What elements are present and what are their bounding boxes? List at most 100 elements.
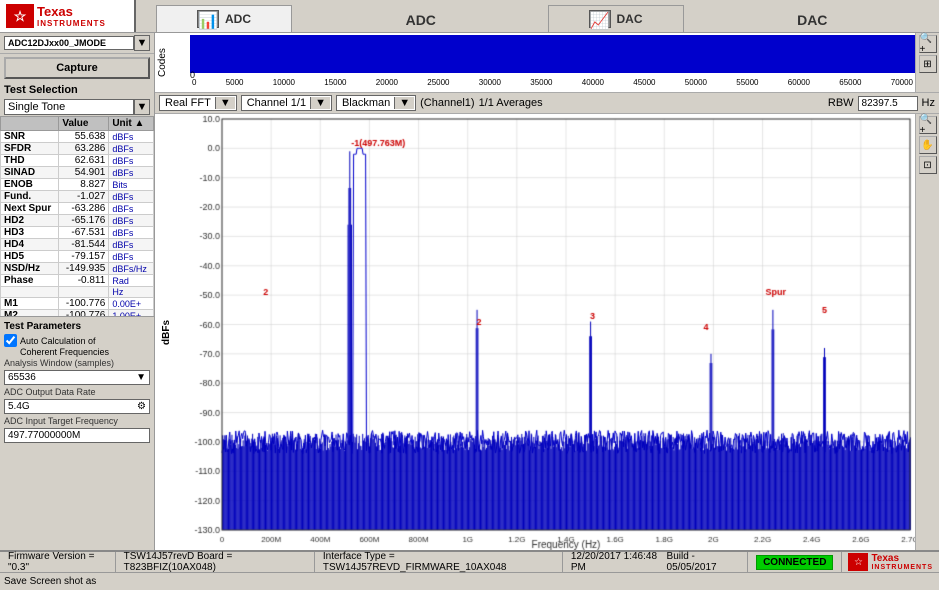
- board-text: TSW14J57revD Board = T823BFIZ(10AX048): [124, 551, 306, 573]
- channel-value: Channel 1/1: [243, 97, 310, 109]
- metrics-row: SNR55.638dBFs: [1, 131, 154, 143]
- analysis-window-arrow[interactable]: ▼: [136, 372, 146, 383]
- x-tick-6: 30000: [479, 78, 501, 92]
- col-header-unit: Unit ▲: [109, 117, 154, 131]
- device-dropdown-arrow[interactable]: ▼: [134, 35, 150, 51]
- fft-type-arrow[interactable]: ▼: [215, 97, 235, 109]
- adc-zoom-btn[interactable]: 🔍+: [919, 35, 937, 53]
- controls-row: Real FFT ▼ Channel 1/1 ▼ Blackman ▼ (Cha…: [155, 93, 939, 114]
- metric-name: HD5: [1, 251, 59, 263]
- chart-area: Codes 4095 0 0 5000 10000 15000 20000 25…: [155, 33, 939, 550]
- fft-type-dropdown[interactable]: Real FFT ▼: [159, 95, 237, 111]
- fft-chart-container: dBFs 🔍+ ✋ ⊡: [155, 114, 939, 550]
- x-tick-7: 35000: [530, 78, 552, 92]
- ti-sub: INSTRUMENTS: [37, 19, 106, 28]
- capture-button[interactable]: Capture: [4, 57, 150, 79]
- metric-name: SNR: [1, 131, 59, 143]
- device-name: ADC12DJxx00_JMODE: [4, 36, 134, 50]
- main-area: ADC12DJxx00_JMODE ▼ Capture Test Selecti…: [0, 33, 939, 550]
- auto-calc-checkbox[interactable]: [4, 334, 17, 347]
- metric-value: -67.531: [59, 227, 109, 239]
- metric-unit: dBFs/Hz: [109, 263, 154, 275]
- metric-value: -100.776: [59, 298, 109, 310]
- adc-output-label: ADC Output Data Rate: [4, 386, 150, 398]
- test-selection-arrow[interactable]: ▼: [134, 99, 150, 115]
- channel-arrow[interactable]: ▼: [310, 97, 330, 109]
- window-dropdown[interactable]: Blackman ▼: [336, 95, 416, 111]
- metric-name: HD2: [1, 215, 59, 227]
- x-tick-0: 0: [192, 78, 196, 92]
- tab-adc[interactable]: 📊 ADC: [156, 5, 292, 32]
- fft-hand-btn[interactable]: ✋: [919, 136, 937, 154]
- adc-x-axis: 0 5000 10000 15000 20000 25000 30000 350…: [190, 78, 915, 92]
- metrics-row: SFDR63.286dBFs: [1, 143, 154, 155]
- metric-value: -1.027: [59, 191, 109, 203]
- auto-calc-row: Auto Calculation of: [4, 334, 150, 347]
- test-selection-value: Single Tone: [4, 99, 134, 115]
- window-arrow[interactable]: ▼: [394, 97, 414, 109]
- x-tick-13: 65000: [839, 78, 861, 92]
- device-select-row: ADC12DJxx00_JMODE ▼: [0, 33, 154, 54]
- metric-name: [1, 287, 59, 298]
- fft-y-axis-label: dBFs: [161, 320, 172, 345]
- rbw-input[interactable]: [858, 96, 918, 111]
- metric-unit: dBFs: [109, 227, 154, 239]
- x-tick-2: 10000: [273, 78, 295, 92]
- channel-label: (Channel1): [420, 97, 474, 109]
- firmware-seg: Firmware Version = "0.3": [0, 552, 116, 572]
- fft-canvas[interactable]: [177, 114, 915, 550]
- test-params-title: Test Parameters: [4, 319, 150, 334]
- col-header-value: Value: [59, 117, 109, 131]
- x-tick-14: 70000: [891, 78, 913, 92]
- dac-tab-center: DAC: [686, 12, 939, 32]
- metric-name: THD: [1, 155, 59, 167]
- tabs-area: 📊 ADC ADC 📈 DAC DAC: [136, 0, 939, 32]
- adc-bar-fill: [190, 35, 915, 73]
- fft-fit-btn[interactable]: ⊡: [919, 156, 937, 174]
- bottom-bar: Save Screen shot as: [0, 572, 939, 590]
- save-screenshot-label[interactable]: Save Screen shot as: [4, 576, 96, 587]
- metrics-row: Fund.-1.027dBFs: [1, 191, 154, 203]
- adc-y-label: Codes: [155, 33, 190, 92]
- metric-value: -149.935: [59, 263, 109, 275]
- adc-output-value: 5.4G ⚙: [4, 399, 150, 414]
- analysis-window-val: 65536: [8, 372, 136, 383]
- tab-adc-label: ADC: [225, 12, 251, 26]
- adc-fit-btn[interactable]: ⊞: [919, 55, 937, 73]
- metrics-row: M1-100.7760.00E+: [1, 298, 154, 310]
- adc-bar-chart: 4095 0 0 5000 10000 15000 20000 25000 30…: [190, 33, 915, 92]
- metric-unit: Hz: [109, 287, 154, 298]
- adc-tab-center: ADC: [294, 12, 548, 32]
- adc-input-freq-val: 497.77000000M: [8, 430, 80, 441]
- fft-zoom-btn[interactable]: 🔍+: [919, 116, 937, 134]
- metric-unit: Bits: [109, 179, 154, 191]
- metric-name: Next Spur: [1, 203, 59, 215]
- x-tick-1: 5000: [226, 78, 244, 92]
- x-tick-5: 25000: [427, 78, 449, 92]
- metric-name: Phase: [1, 275, 59, 287]
- adc-bar-area: Codes 4095 0 0 5000 10000 15000 20000 25…: [155, 33, 939, 93]
- x-tick-9: 45000: [633, 78, 655, 92]
- connected-badge: CONNECTED: [756, 555, 833, 570]
- metric-value: -65.176: [59, 215, 109, 227]
- metrics-area: Value Unit ▲ SNR55.638dBFsSFDR63.286dBFs…: [0, 116, 154, 316]
- channel-dropdown[interactable]: Channel 1/1 ▼: [241, 95, 332, 111]
- tab-dac-label: DAC: [617, 12, 643, 26]
- adc-input-freq-value: 497.77000000M: [4, 428, 150, 443]
- ti-logo-status: ☆ Texas INSTRUMENTS: [842, 553, 939, 571]
- metric-unit: dBFs: [109, 167, 154, 179]
- metric-unit: dBFs: [109, 155, 154, 167]
- header: ☆ Texas INSTRUMENTS 📊 ADC ADC 📈 DAC DAC: [0, 0, 939, 33]
- metrics-table: Value Unit ▲ SNR55.638dBFsSFDR63.286dBFs…: [0, 116, 154, 316]
- metrics-row: SINAD54.901dBFs: [1, 167, 154, 179]
- ti-name: Texas: [37, 4, 106, 19]
- metric-value: 8.827: [59, 179, 109, 191]
- metric-name: HD4: [1, 239, 59, 251]
- connected-seg: CONNECTED: [748, 552, 842, 572]
- gear-icon[interactable]: ⚙: [137, 401, 146, 412]
- metric-value: -0.811: [59, 275, 109, 287]
- metrics-row: HD4-81.544dBFs: [1, 239, 154, 251]
- x-tick-8: 40000: [582, 78, 604, 92]
- tab-dac[interactable]: 📈 DAC: [548, 5, 684, 32]
- auto-calc-label: Auto Calculation of: [20, 336, 96, 346]
